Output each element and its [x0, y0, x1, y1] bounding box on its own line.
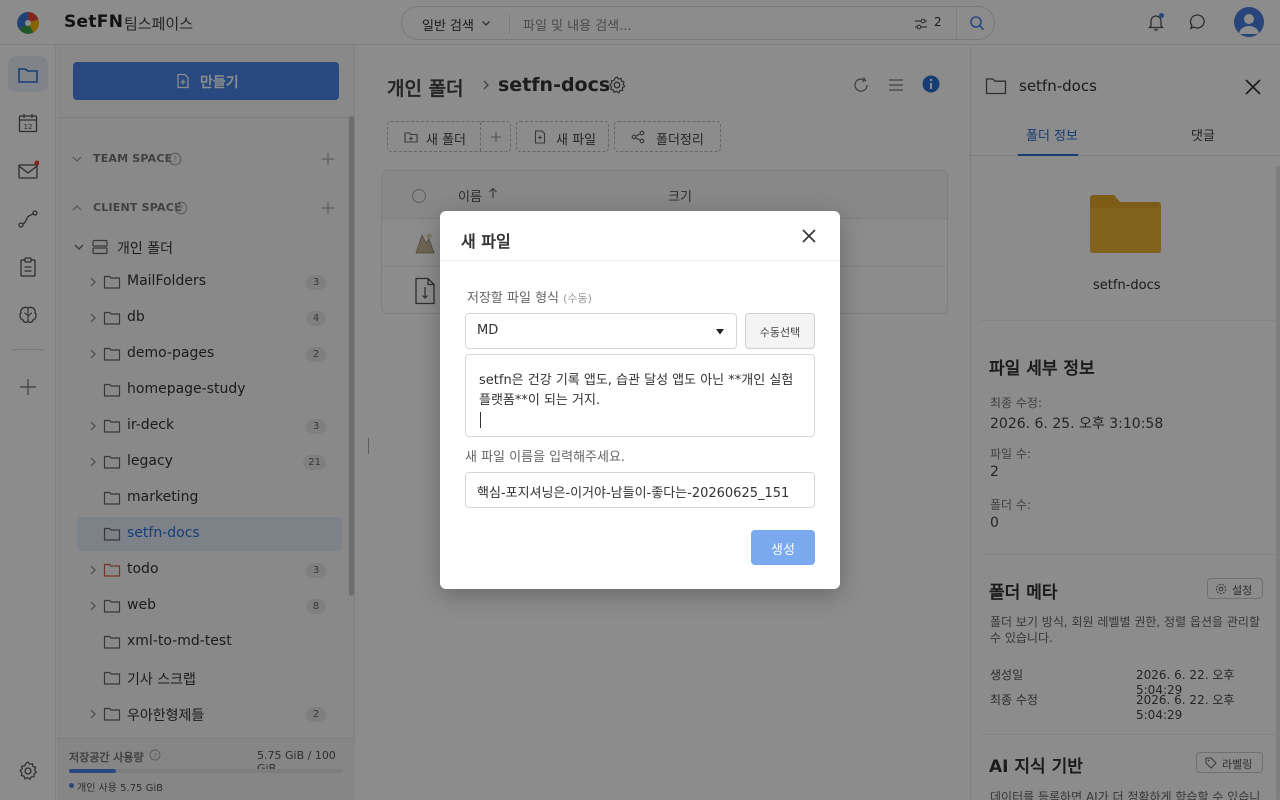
caret-down-icon	[715, 328, 725, 336]
close-icon[interactable]	[799, 226, 819, 246]
manual-select-label: 수동선택	[759, 326, 801, 339]
format-select[interactable]: MD	[465, 313, 737, 349]
new-file-dialog: 새 파일 저장할 파일 형식 (수동) MD 수동선택 setfn은 건강 기록…	[440, 211, 840, 589]
text-cursor	[480, 412, 481, 428]
create-file-label: 생성	[771, 543, 795, 558]
file-name-label: 새 파일 이름을 입력해주세요.	[465, 450, 626, 465]
dialog-title: 새 파일	[461, 232, 511, 251]
manual-select-button[interactable]: 수동선택	[745, 313, 815, 349]
content-textarea[interactable]: setfn은 건강 기록 앱도, 습관 달성 앱도 아닌 **개인 실험 플랫폼…	[465, 354, 815, 437]
file-name-value: 핵심-포지셔닝은-이거야-남들이-좋다는-20260625_151	[477, 486, 790, 501]
content-text: setfn은 건강 기록 앱도, 습관 달성 앱도 아닌 **개인 실험 플랫폼…	[479, 373, 794, 408]
dialog-divider	[440, 260, 840, 261]
file-name-input[interactable]: 핵심-포지셔닝은-이거야-남들이-좋다는-20260625_151	[465, 472, 815, 508]
format-label-text: 저장할 파일 형식	[467, 291, 559, 306]
format-selected-value: MD	[477, 323, 499, 338]
format-label: 저장할 파일 형식 (수동)	[467, 287, 592, 306]
create-file-button[interactable]: 생성	[751, 530, 815, 565]
format-hint: (수동)	[563, 292, 592, 305]
